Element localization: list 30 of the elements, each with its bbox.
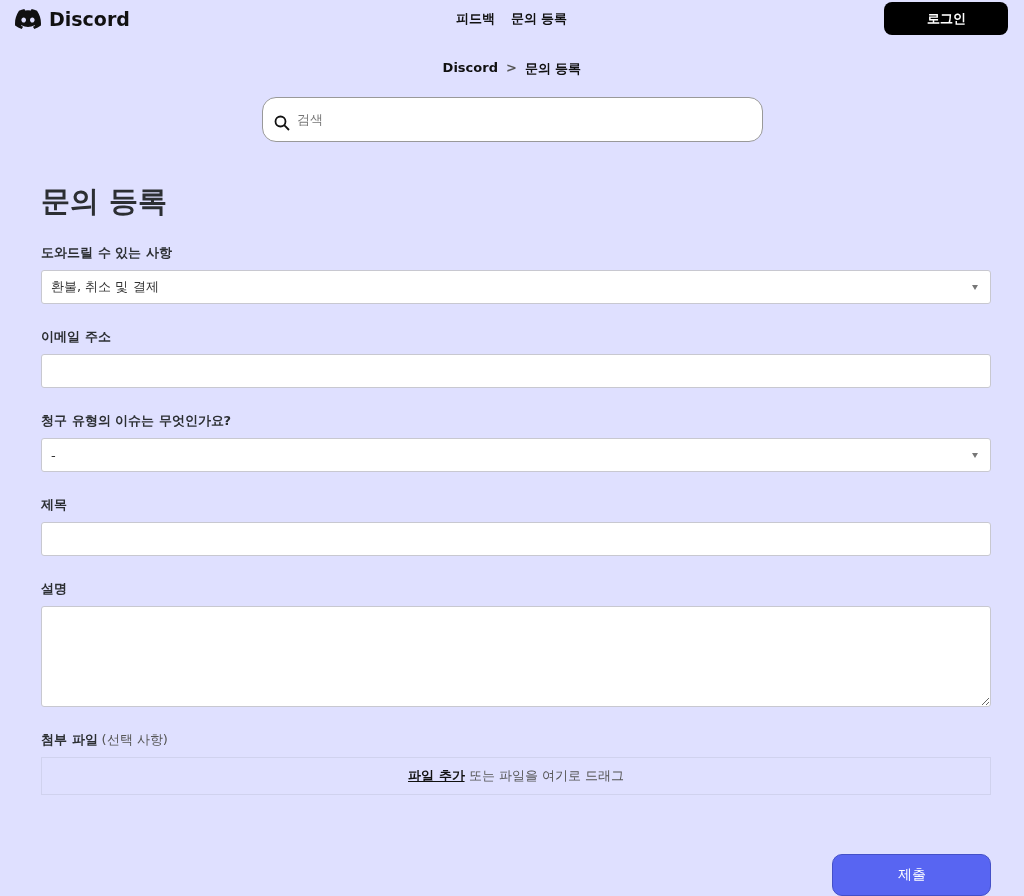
textarea-field[interactable] <box>41 606 991 707</box>
field-label: 첨부 파일 <box>41 731 98 749</box>
login-button[interactable]: 로그인 <box>884 2 1008 36</box>
field-label: 제목 <box>41 496 68 514</box>
caret-icon <box>972 452 978 458</box>
select-value: 환불, 취소 및 결제 <box>51 278 159 296</box>
caret-icon <box>972 284 978 290</box>
breadcrumb-link[interactable]: Discord <box>442 59 498 78</box>
select-field[interactable]: - <box>41 438 991 472</box>
add-file-link[interactable]: 파일 추가 <box>408 767 465 785</box>
input-field[interactable] <box>41 354 991 388</box>
select-field[interactable]: 환불, 취소 및 결제 <box>41 270 991 304</box>
input-field[interactable] <box>41 522 991 556</box>
nav-link[interactable]: 피드백 <box>455 9 495 28</box>
nav-link[interactable]: 문의 등록 <box>510 9 568 28</box>
dropzone-text: 또는 파일을 여기로 드래그 <box>468 767 624 785</box>
search-field[interactable]: 검색 <box>261 96 763 142</box>
breadcrumb-link[interactable]: 문의 등록 <box>524 59 582 78</box>
select-value: - <box>51 447 56 463</box>
brand-name: Discord <box>49 7 130 30</box>
optional-note: (선택 사항) <box>101 731 168 749</box>
page-title: 문의 등록 <box>41 183 169 220</box>
field-label: 청구 유형의 이슈는 무엇인가요? <box>41 412 233 430</box>
field-label: 설명 <box>41 580 68 598</box>
field-label: 도와드릴 수 있는 사항 <box>41 244 173 262</box>
logo-icon <box>15 8 41 29</box>
file-dropzone[interactable]: 파일 추가 또는 파일을 여기로 드래그 <box>41 757 991 795</box>
breadcrumb-separator: > <box>505 59 517 77</box>
submit-button[interactable]: 제출 <box>832 854 991 896</box>
field-label: 이메일 주소 <box>41 328 112 346</box>
